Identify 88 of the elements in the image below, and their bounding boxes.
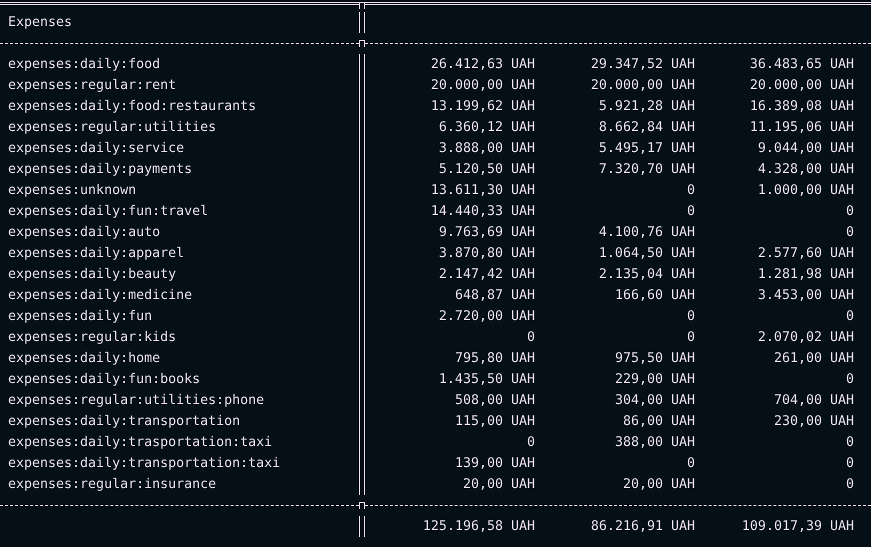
- table-title: Expenses: [8, 14, 74, 32]
- table-cell-text: 9.044,00 UAH: [756, 140, 854, 158]
- table-cell-text: 29.347,52 UAH: [590, 56, 695, 74]
- table-cell-text: expenses:regular:kids: [8, 329, 178, 347]
- table-cell-text: 16.389,08 UAH: [748, 98, 854, 116]
- table-cell-text: 230,00 UAH: [772, 413, 854, 431]
- table-cell-text: 9.763,69 UAH: [438, 224, 535, 242]
- table-cell-text: 166,60 UAH: [614, 287, 695, 305]
- table-cell-text: 36.483,65 UAH: [748, 56, 854, 74]
- table-cell-text: expenses:daily:beauty: [8, 266, 178, 284]
- table-cell-text: expenses:daily:medicine: [8, 287, 194, 305]
- table-cell-text: 14.440,33 UAH: [430, 203, 535, 221]
- table-cell-text: 5.120,50 UAH: [438, 161, 535, 179]
- table-cell-text: 975,50 UAH: [614, 350, 695, 368]
- total-cell-text: 109.017,39 UAH: [740, 518, 854, 536]
- table-cell-text: 0: [844, 455, 854, 473]
- table-cell-text: 1.435,50 UAH: [438, 371, 535, 389]
- table-cell-text: 0: [686, 329, 695, 347]
- table-cell-text: expenses:daily:apparel: [8, 245, 186, 263]
- table-cell-text: 648,87 UAH: [454, 287, 535, 305]
- table-cell-text: 0: [686, 455, 695, 473]
- table-cell-text: 2.720,00 UAH: [438, 308, 535, 326]
- table-cell-text: 3.870,80 UAH: [438, 245, 535, 263]
- table-cell-text: 1.281,98 UAH: [756, 266, 854, 284]
- table-cell-text: 139,00 UAH: [454, 455, 535, 473]
- table-cell-text: 0: [844, 308, 854, 326]
- table-cell-text: 20.000,00 UAH: [748, 77, 854, 95]
- table-cell-text: 2.135,04 UAH: [598, 266, 695, 284]
- table-cell-text: 13.199,62 UAH: [430, 98, 535, 116]
- table-cell-text: 0: [844, 371, 854, 389]
- table-cell-text: 4.100,76 UAH: [598, 224, 695, 242]
- table-cell-text: 1.000,00 UAH: [756, 182, 854, 200]
- table-cell-text: expenses:daily:fun:travel: [8, 203, 210, 221]
- table-cell-text: 5.495,17 UAH: [598, 140, 695, 158]
- table-cell-text: 0: [526, 329, 535, 347]
- table-cell-text: expenses:daily:home: [8, 350, 162, 368]
- table-cell-text: 388,00 UAH: [614, 434, 695, 452]
- table-cell-text: 2.070,02 UAH: [756, 329, 854, 347]
- table-cell-text: expenses:regular:insurance: [8, 476, 218, 494]
- table-cell-text: 26.412,63 UAH: [430, 56, 535, 74]
- table-cell-text: expenses:daily:fun:books: [8, 371, 202, 389]
- table-cell-text: 3.453,00 UAH: [756, 287, 854, 305]
- table-cell-text: 5.921,28 UAH: [598, 98, 695, 116]
- table-cell-text: 261,00 UAH: [772, 350, 854, 368]
- table-cell-text: 0: [686, 308, 695, 326]
- table-cell-text: 704,00 UAH: [772, 392, 854, 410]
- table-cell-text: 2.577,60 UAH: [756, 245, 854, 263]
- table-cell-text: 20,00 UAH: [462, 476, 535, 494]
- table-cell-text: expenses:unknown: [8, 182, 138, 200]
- table-cell-text: expenses:daily:payments: [8, 161, 194, 179]
- table-cell-text: 6.360,12 UAH: [438, 119, 535, 137]
- table-cell-text: 0: [526, 434, 535, 452]
- table-cell-text: 2.147,42 UAH: [438, 266, 535, 284]
- table-cell-text: 20.000,00 UAH: [590, 77, 695, 95]
- table-cell-text: expenses:regular:utilities: [8, 119, 218, 137]
- table-cell-text: expenses:daily:food: [8, 56, 162, 74]
- table-cell-text: expenses:daily:fun: [8, 308, 154, 326]
- table-cell-text: expenses:daily:food:restaurants: [8, 98, 258, 116]
- table-cell-text: 4.328,00 UAH: [756, 161, 854, 179]
- table-cell-text: expenses:daily:service: [8, 140, 186, 158]
- table-cell-text: 304,00 UAH: [614, 392, 695, 410]
- table-cell-text: 3.888,00 UAH: [438, 140, 535, 158]
- table-cell-text: 7.320,70 UAH: [598, 161, 695, 179]
- table-cell-text: 795,80 UAH: [454, 350, 535, 368]
- table-cell-text: 115,00 UAH: [454, 413, 535, 431]
- table-cell-text: 0: [844, 434, 854, 452]
- table-cell-text: 0: [844, 224, 854, 242]
- table-cell-text: 86,00 UAH: [622, 413, 695, 431]
- table-cell-text: expenses:regular:utilities:phone: [8, 392, 266, 410]
- table-cell-text: expenses:daily:trasportation:taxi: [8, 434, 274, 452]
- table-cell-text: expenses:daily:auto: [8, 224, 162, 242]
- total-cell-text: 125.196,58 UAH: [422, 518, 535, 536]
- table-cell-text: 13.611,30 UAH: [430, 182, 535, 200]
- table-cell-text: 1.064,50 UAH: [598, 245, 695, 263]
- table-cell-text: 0: [686, 182, 695, 200]
- table-cell-text: 8.662,84 UAH: [598, 119, 695, 137]
- table-cell-text: 20.000,00 UAH: [430, 77, 535, 95]
- table-cell-text: 0: [844, 476, 854, 494]
- table-cell-text: expenses:daily:transportation:taxi: [8, 455, 282, 473]
- table-cell-text: expenses:regular:rent: [8, 77, 178, 95]
- table-cell-text: 0: [686, 203, 695, 221]
- table-cell-text: 11.195,06 UAH: [748, 119, 854, 137]
- table-cell-text: 229,00 UAH: [614, 371, 695, 389]
- table-cell-text: 508,00 UAH: [454, 392, 535, 410]
- total-cell-text: 86.216,91 UAH: [590, 518, 695, 536]
- table-cell-text: expenses:daily:transportation: [8, 413, 242, 431]
- table-cell-text: 20,00 UAH: [622, 476, 695, 494]
- table-cell-text: 0: [844, 203, 854, 221]
